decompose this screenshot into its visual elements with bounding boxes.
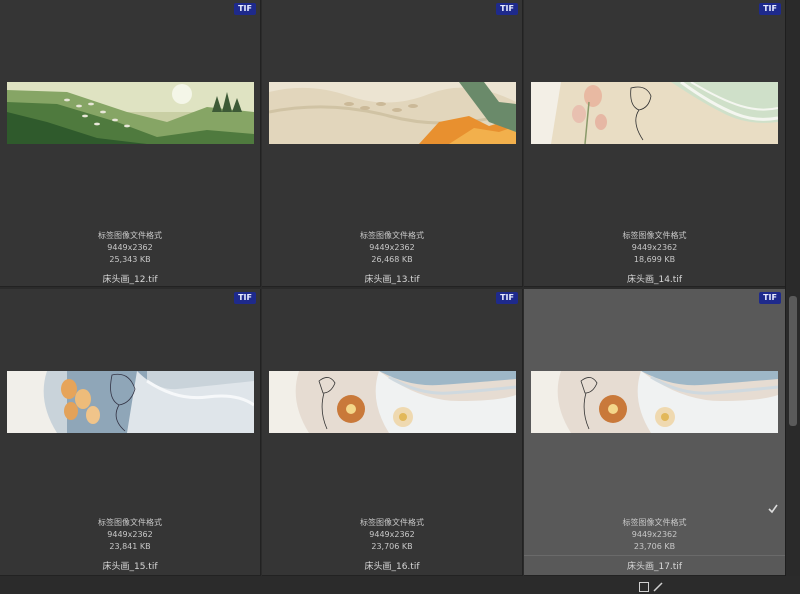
file-meta: 标签图像文件格式 9449x2362 23,706 KB [524,517,785,553]
file-tile[interactable]: TIF 标签图像文件格式 9449x2362 25,343 KB 床头画_12.… [0,0,261,287]
file-meta: 标签图像文件格式 9449x2362 26,468 KB [262,230,522,266]
file-name[interactable]: 床头画_15.tif [0,559,260,572]
file-name[interactable]: 床头画_14.tif [524,272,785,285]
file-tile-selected[interactable]: TIF 标签图像文件格式 9449x2362 23,706 KB 床头画_17.… [524,289,786,592]
thumbnail-image[interactable] [269,82,516,144]
file-name[interactable]: 床头画_16.tif [262,559,522,572]
file-type-badge: TIF [496,3,518,15]
file-size: 23,706 KB [633,542,676,551]
tile-toolbar [639,582,663,592]
file-type-badge: TIF [234,292,256,304]
file-meta: 标签图像文件格式 9449x2362 23,841 KB [0,517,260,553]
file-size: 26,468 KB [371,255,413,264]
file-dimensions: 9449x2362 [107,530,153,539]
square-outline-icon[interactable] [639,582,649,592]
file-meta: 标签图像文件格式 9449x2362 23,706 KB [262,517,522,553]
file-dimensions: 9449x2362 [107,243,153,252]
file-format: 标签图像文件格式 [622,518,687,527]
file-format: 标签图像文件格式 [360,518,424,527]
vertical-scrollbar[interactable] [785,0,800,576]
file-format: 标签图像文件格式 [360,231,424,240]
file-meta: 标签图像文件格式 9449x2362 25,343 KB [0,230,260,266]
file-dimensions: 9449x2362 [631,243,678,252]
thumbnail-image[interactable] [269,371,516,433]
file-name[interactable]: 床头画_17.tif [524,559,785,572]
scrollbar-thumb[interactable] [789,296,797,426]
file-format: 标签图像文件格式 [98,231,162,240]
file-type-badge: TIF [759,3,781,15]
file-format: 标签图像文件格式 [98,518,162,527]
file-type-badge: TIF [759,292,781,304]
thumbnail-image[interactable] [531,371,778,433]
file-format: 标签图像文件格式 [622,231,687,240]
file-name[interactable]: 床头画_12.tif [0,272,260,285]
checkmark-icon[interactable] [767,503,779,515]
thumbnail-grid: TIF 标签图像文件格式 9449x2362 25,343 KB 床头画_12.… [0,0,786,592]
file-tile[interactable]: TIF 标签图像文件格式 9449x2362 26,468 KB 床头画_13.… [262,0,523,287]
file-tile[interactable]: TIF 标签图像文件格式 9449x2362 23,841 KB 床头画_15.… [0,289,261,576]
file-tile[interactable]: TIF 标签图像文件格式 9449x2362 23,706 KB 床头画_16.… [262,289,523,576]
file-type-badge: TIF [234,3,256,15]
file-type-badge: TIF [496,292,518,304]
pencil-icon[interactable] [653,582,663,592]
file-meta: 标签图像文件格式 9449x2362 18,699 KB [524,230,785,266]
file-size: 23,706 KB [371,542,413,551]
name-divider [524,555,785,556]
file-name[interactable]: 床头画_13.tif [262,272,522,285]
file-size: 23,841 KB [109,542,151,551]
file-dimensions: 9449x2362 [369,243,415,252]
file-dimensions: 9449x2362 [369,530,415,539]
thumbnail-image[interactable] [531,82,778,144]
file-tile[interactable]: TIF 标签图像文件格式 9449x2362 18,699 KB 床头画_14.… [524,0,786,287]
file-dimensions: 9449x2362 [631,530,678,539]
file-size: 18,699 KB [633,255,676,264]
thumbnail-image[interactable] [7,371,254,433]
thumbnail-image[interactable] [7,82,254,144]
file-size: 25,343 KB [109,255,151,264]
